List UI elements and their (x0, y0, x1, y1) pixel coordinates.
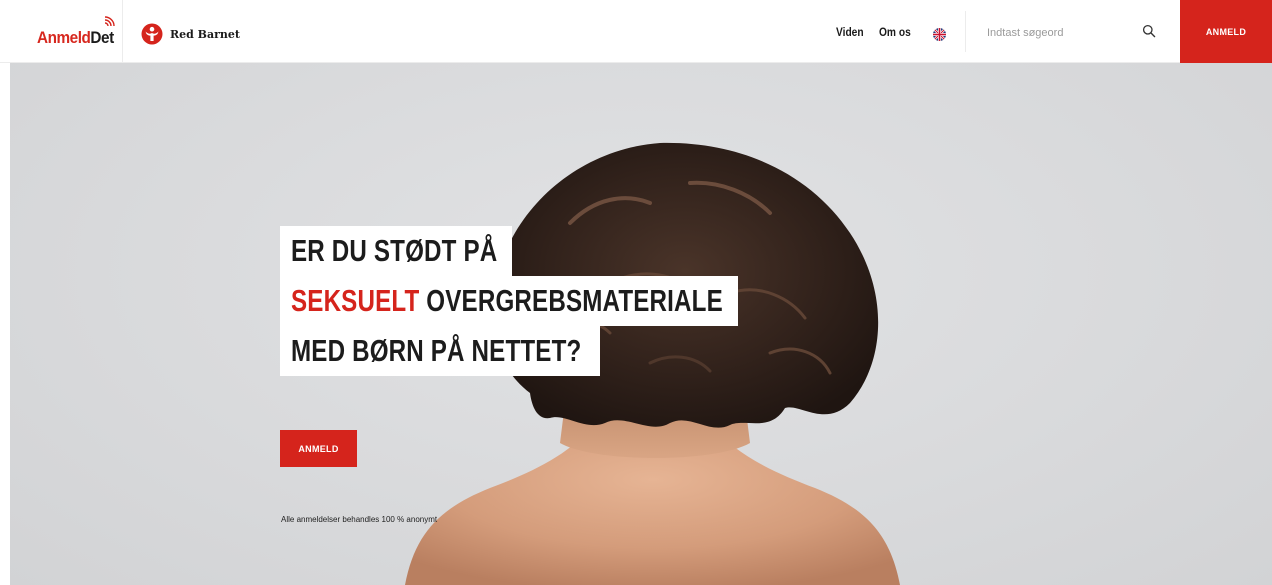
nav-link-om-os[interactable]: Om os (879, 25, 911, 39)
partner-name: Red Barnet (170, 27, 240, 41)
hero-anmeld-button[interactable]: ANMELD (280, 430, 357, 467)
headline-line-1: ER DU STØDT PÅ (280, 226, 512, 276)
anmelddet-logo[interactable]: AnmeldDet (37, 16, 122, 48)
header-divider (122, 0, 123, 63)
nav-link-viden[interactable]: Viden (836, 25, 864, 39)
uk-flag-icon[interactable] (933, 28, 946, 41)
headline-line-2-rest: OVERGREBSMATERIALE (419, 283, 723, 318)
hero-section: ER DU STØDT PÅ SEKSUELT OVERGREBSMATERIA… (10, 63, 1272, 585)
signal-icon (104, 16, 115, 27)
nav-item-viden[interactable]: Viden (836, 0, 868, 63)
red-barnet-logo[interactable]: Red Barnet (141, 23, 240, 45)
header-anmeld-button[interactable]: ANMELD (1180, 0, 1272, 63)
search-divider (965, 11, 966, 52)
headline-highlight: SEKSUELT (291, 283, 420, 318)
site-header: AnmeldDet Red Barnet Viden Om os Indtast… (0, 0, 1272, 63)
brand-wordmark: AnmeldDet (37, 28, 114, 47)
anonymity-note: Alle anmeldelser behandles 100 % anonymt (281, 515, 438, 524)
headline-line-2: SEKSUELT OVERGREBSMATERIALE (280, 276, 738, 326)
headline-line-3: MED BØRN PÅ NETTET? (280, 326, 600, 376)
search-input[interactable] (987, 25, 1127, 41)
nav-item-om-os[interactable]: Om os (879, 0, 916, 63)
red-barnet-emblem-icon (141, 23, 163, 45)
search-icon[interactable] (1142, 24, 1156, 38)
